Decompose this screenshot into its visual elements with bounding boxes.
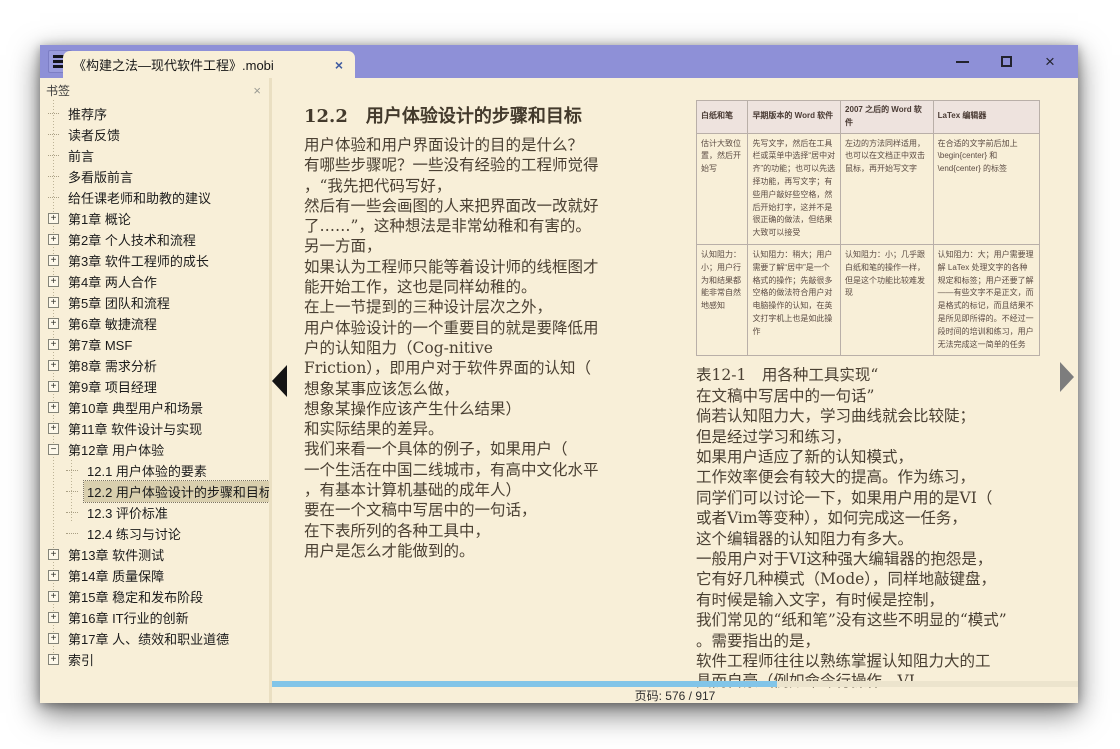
toc-item[interactable]: +第13章 软件测试 [40, 544, 269, 565]
expand-icon[interactable]: + [48, 360, 59, 371]
toc-item[interactable]: 推荐序 [40, 103, 269, 124]
toc-item[interactable]: +第10章 典型用户和场景 [40, 397, 269, 418]
next-page-icon[interactable] [1060, 362, 1074, 392]
expand-icon[interactable]: + [48, 339, 59, 350]
table-cell: 认知阻力：小；用户行为和结果都能非常自然地感知 [697, 244, 748, 355]
table-header: 早期版本的 Word 软件 [748, 101, 841, 134]
page-right-column: 白纸和笔 早期版本的 Word 软件 2007 之后的 Word 软件 LaTe… [696, 100, 1040, 692]
toc-item[interactable]: 12.4 练习与讨论 [40, 523, 269, 544]
expand-icon[interactable]: + [48, 549, 59, 560]
table-header: LaTex 编辑器 [933, 101, 1039, 134]
expand-icon[interactable]: + [48, 654, 59, 665]
minimize-icon [956, 61, 969, 63]
toc-item[interactable]: +第8章 需求分析 [40, 355, 269, 376]
table-header-row: 白纸和笔 早期版本的 Word 软件 2007 之后的 Word 软件 LaTe… [697, 101, 1040, 134]
body-text-left: 用户体验和用户界面设计的目的是什么？ 有哪些步骤呢？一些没有经验的工程师觉得 ，… [304, 135, 688, 561]
expand-icon[interactable]: + [48, 255, 59, 266]
toc-item[interactable]: +第16章 IT行业的创新 [40, 607, 269, 628]
tab-title: 《构建之法—现代软件工程》.mobi [73, 55, 333, 74]
bookmarks-close-icon[interactable]: × [253, 83, 261, 98]
toc-item[interactable]: +第9章 项目经理 [40, 376, 269, 397]
table-header: 2007 之后的 Word 软件 [841, 101, 934, 134]
toc-item[interactable]: +第1章 概论 [40, 208, 269, 229]
table-cell: 在合适的文字前后加上 \begin{center} 和 \end{center}… [933, 133, 1039, 244]
table-row: 认知阻力：小；用户行为和结果都能非常自然地感知 认知阻力：稍大；用户需要了解“居… [697, 244, 1040, 355]
toc-item[interactable]: +第15章 稳定和发布阶段 [40, 586, 269, 607]
previous-page-icon[interactable] [272, 365, 287, 397]
toc-item[interactable]: 前言 [40, 145, 269, 166]
table-cell: 左边的方法同样适用，也可以在文档正中双击鼠标，再开始写文字 [841, 133, 934, 244]
tools-comparison-table: 白纸和笔 早期版本的 Word 软件 2007 之后的 Word 软件 LaTe… [696, 100, 1040, 356]
page-number-status: 页码: 576 / 917 [272, 687, 1078, 702]
table-row: 估计大致位置，然后开始写 先写文字，然后在工具栏或菜单中选择“居中对齐”的功能；… [697, 133, 1040, 244]
expand-icon[interactable]: + [48, 612, 59, 623]
maximize-button[interactable] [984, 49, 1028, 75]
toc-item[interactable]: 读者反馈 [40, 124, 269, 145]
expand-icon[interactable]: + [48, 213, 59, 224]
toc-item-current[interactable]: 12.2 用户体验设计的步骤和目标 [40, 481, 269, 502]
bookmarks-title: 书签 [46, 82, 253, 99]
reader-window: 《构建之法—现代软件工程》.mobi × × 书签 × 推荐序 读者反馈 前言 … [40, 45, 1078, 703]
bookmarks-panel: 书签 × 推荐序 读者反馈 前言 多看版前言 给任课老师和助教的建议 +第1章 … [40, 78, 272, 703]
table-header: 白纸和笔 [697, 101, 748, 134]
expand-icon[interactable]: + [48, 234, 59, 245]
bookmarks-header: 书签 × [40, 78, 269, 100]
close-icon: × [1045, 53, 1055, 70]
expand-icon[interactable]: + [48, 633, 59, 644]
toc-item[interactable]: 12.1 用户体验的要素 [40, 460, 269, 481]
toc-item-chapter12[interactable]: −第12章 用户体验 [40, 439, 269, 460]
minimize-button[interactable] [940, 49, 984, 75]
toc-item[interactable]: +第2章 个人技术和流程 [40, 229, 269, 250]
expand-icon[interactable]: + [48, 402, 59, 413]
chapter12-children: 12.1 用户体验的要素 12.2 用户体验设计的步骤和目标 12.3 评价标准… [40, 460, 269, 544]
window-controls: × [940, 45, 1072, 78]
close-button[interactable]: × [1028, 49, 1072, 75]
toc-item[interactable]: +第4章 两人合作 [40, 271, 269, 292]
toc-item[interactable]: 12.3 评价标准 [40, 502, 269, 523]
toc-item[interactable]: +第3章 软件工程师的成长 [40, 250, 269, 271]
expand-icon[interactable]: + [48, 276, 59, 287]
toc-item[interactable]: +第7章 MSF [40, 334, 269, 355]
table-cell: 认知阻力：稍大；用户需要了解“居中”是一个格式的操作；先敲很多空格的做法符合用户… [748, 244, 841, 355]
expand-icon[interactable]: + [48, 381, 59, 392]
toc-tree: 推荐序 读者反馈 前言 多看版前言 给任课老师和助教的建议 +第1章 概论 +第… [40, 100, 269, 703]
table-cell: 先写文字，然后在工具栏或菜单中选择“居中对齐”的功能；也可以先选择功能，再写文字… [748, 133, 841, 244]
toc-item[interactable]: +索引 [40, 649, 269, 670]
expand-icon[interactable]: + [48, 591, 59, 602]
toc-item[interactable]: +第17章 人、绩效和职业道德 [40, 628, 269, 649]
section-heading: 12.2 用户体验设计的步骤和目标 [304, 102, 688, 128]
reading-pane: 12.2 用户体验设计的步骤和目标 用户体验和用户界面设计的目的是什么？ 有哪些… [272, 78, 1078, 703]
expand-icon[interactable]: + [48, 423, 59, 434]
toc-item[interactable]: +第14章 质量保障 [40, 565, 269, 586]
toc-item[interactable]: +第5章 团队和流程 [40, 292, 269, 313]
table-cell: 认知阻力：大；用户需要理解 LaTex 处理文字的各种规定和标签；用户还要了解—… [933, 244, 1039, 355]
expand-icon[interactable]: + [48, 318, 59, 329]
table-cell: 认知阻力：小；几乎跟白纸和笔的操作一样，但是这个功能比较难发现 [841, 244, 934, 355]
expand-icon[interactable]: + [48, 297, 59, 308]
tab-close-icon[interactable]: × [333, 57, 345, 73]
body-text-right: 表12-1 用各种工具实现“ 在文稿中写居中的一句话” 倘若认知阻力大，学习曲线… [696, 365, 1040, 692]
title-bar: 《构建之法—现代软件工程》.mobi × × [40, 45, 1078, 78]
table-cell: 估计大致位置，然后开始写 [697, 133, 748, 244]
toc-item[interactable]: 给任课老师和助教的建议 [40, 187, 269, 208]
document-tab[interactable]: 《构建之法—现代软件工程》.mobi × [63, 51, 355, 78]
toc-item[interactable]: +第11章 软件设计与实现 [40, 418, 269, 439]
maximize-icon [1001, 56, 1012, 67]
expand-icon[interactable]: + [48, 570, 59, 581]
toc-item[interactable]: +第6章 敏捷流程 [40, 313, 269, 334]
page-left-column: 12.2 用户体验设计的步骤和目标 用户体验和用户界面设计的目的是什么？ 有哪些… [304, 102, 688, 561]
toc-item[interactable]: 多看版前言 [40, 166, 269, 187]
collapse-icon[interactable]: − [48, 444, 59, 455]
